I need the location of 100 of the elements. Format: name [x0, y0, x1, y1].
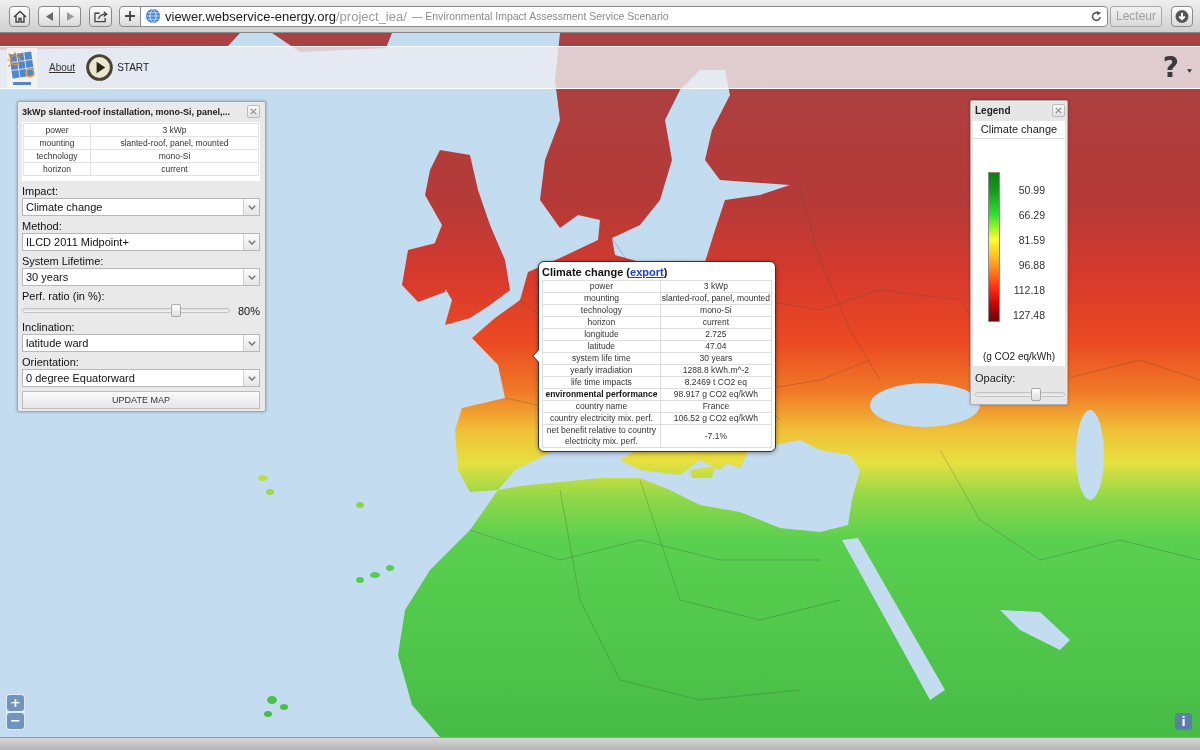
caret-icon [247, 274, 256, 280]
home-button[interactable] [9, 5, 30, 27]
scale-label: 127.48 [1011, 308, 1045, 323]
table-cell: -7.1% [660, 424, 772, 448]
scale-label: 66.29 [1017, 208, 1045, 223]
caret-icon [247, 340, 256, 346]
table-cell: system life time [542, 352, 661, 365]
table-cell: longitude [542, 328, 661, 341]
slider-thumb[interactable] [1031, 388, 1042, 401]
table-cell: 2.725 [660, 328, 772, 341]
table-cell: horizon [542, 316, 661, 329]
table-cell: 30 years [660, 352, 772, 365]
table-cell: current [660, 316, 772, 329]
field-label: Inclination: [22, 321, 75, 334]
field-label: Orientation: [22, 356, 79, 369]
caret-icon [247, 239, 256, 245]
downloads-button[interactable] [1171, 5, 1193, 27]
field-label: Perf. ratio (in %): [22, 290, 105, 303]
about-link[interactable]: About [49, 62, 76, 73]
scale-label: 81.59 [1017, 233, 1045, 248]
scale-label: 112.18 [1012, 283, 1045, 298]
unit-label: (g CO2 eq/kWh) [981, 351, 1057, 364]
popup-title: Climate change (export) [542, 265, 669, 279]
dropdown[interactable]: 30 years [22, 268, 260, 286]
slider-value: 80% [237, 304, 260, 317]
field-label: Method: [22, 220, 62, 233]
share-icon [93, 9, 108, 23]
legend-title: Legend [974, 105, 1011, 116]
home-icon [12, 9, 27, 23]
table-cell: 106.52 g CO2 eq/kWh [660, 412, 772, 425]
caret-icon [1187, 68, 1192, 73]
forward-icon [66, 11, 74, 21]
table-cell: power [542, 280, 661, 293]
panel-title: 3kWp slanted-roof installation, mono-Si, panel,... [22, 106, 230, 117]
scale-label: 96.88 [1017, 258, 1045, 273]
table-cell: France [660, 400, 772, 413]
field-label: Impact: [22, 185, 59, 198]
share-button[interactable] [89, 5, 112, 27]
table-cell: horizon [23, 162, 91, 176]
field-label: Opacity: [974, 372, 1016, 385]
table-cell: 47.04 [660, 340, 772, 353]
caret-icon [247, 204, 256, 210]
start-button[interactable]: START [86, 54, 149, 81]
table-cell: 3 kWp [90, 123, 259, 137]
table-cell: 8.2469 t CO2 eq [660, 376, 772, 389]
table-cell: slanted-roof, panel, mounted [660, 292, 772, 305]
table-cell: 98.917 g CO2 eq/kWh [660, 388, 772, 401]
table-cell: latitude [542, 340, 661, 353]
slider-thumb[interactable] [170, 304, 181, 317]
dropdown[interactable]: 0 degree Equatorward [22, 369, 260, 387]
table-cell: 3 kWp [660, 280, 772, 293]
close-button[interactable] [247, 105, 260, 118]
close-button[interactable] [1052, 104, 1065, 117]
new-tab-button[interactable] [119, 5, 141, 27]
help-button[interactable]: ? [1162, 52, 1192, 83]
table-cell: 1288.8 kWh.m^-2 [660, 364, 772, 377]
table-cell: yearly irradiation [542, 364, 661, 377]
table-cell: country name [542, 400, 661, 413]
info-button[interactable]: i [1175, 713, 1192, 730]
island [356, 502, 364, 508]
url-path-text: /project_iea/ [336, 8, 407, 24]
back-button[interactable] [38, 5, 60, 27]
table-cell: technology [542, 304, 661, 317]
table-cell: mono-Si [660, 304, 772, 317]
forward-button[interactable] [60, 5, 81, 27]
island [690, 466, 715, 478]
table-cell: current [90, 162, 259, 176]
dropdown[interactable]: ILCD 2011 Midpoint+ [22, 233, 260, 251]
caret-icon [247, 375, 256, 381]
export-link[interactable]: export [630, 266, 664, 278]
table-cell: power [23, 123, 91, 137]
reload-icon[interactable] [1091, 10, 1102, 22]
sea-area [1000, 610, 1070, 650]
table-cell: mounting [23, 136, 91, 150]
table-cell: country electricity mix. perf. [542, 412, 661, 425]
table-cell: mounting [542, 292, 661, 305]
dropdown[interactable]: latitude ward [22, 334, 260, 352]
update-map-button[interactable]: UPDATE MAP [22, 391, 260, 409]
slider-track[interactable] [975, 388, 1065, 401]
close-icon [250, 108, 257, 115]
url-host-text: viewer.webservice-energy.org [165, 8, 336, 24]
page-title-text: — Environmental Impact Assessment Service Scenario [411, 10, 669, 22]
back-icon [45, 11, 53, 21]
close-icon [1055, 107, 1062, 114]
slider-track[interactable] [22, 304, 230, 317]
globe-icon [146, 9, 160, 23]
table-cell: life time impacts [542, 376, 661, 389]
table-cell: net benefit relative to country electricity mix. perf. [542, 424, 661, 448]
field-label: System Lifetime: [22, 255, 104, 268]
table-cell: slanted-roof, panel, mounted [90, 136, 259, 150]
table-cell: mono-Si [90, 149, 259, 163]
table-cell: technology [23, 149, 91, 163]
dropdown[interactable]: Climate change [22, 198, 260, 216]
download-icon [1175, 9, 1189, 23]
scale-label: 50.99 [1017, 183, 1045, 198]
table-cell: environmental performance [542, 388, 661, 401]
plus-icon [125, 11, 135, 21]
legend-layer-title: Climate change [973, 121, 1065, 139]
play-icon [86, 54, 114, 81]
address-bar[interactable]: viewer.webservice-energy.org/project_iea/ — Environmental Impact Assessment Service Scenario [140, 5, 1108, 27]
